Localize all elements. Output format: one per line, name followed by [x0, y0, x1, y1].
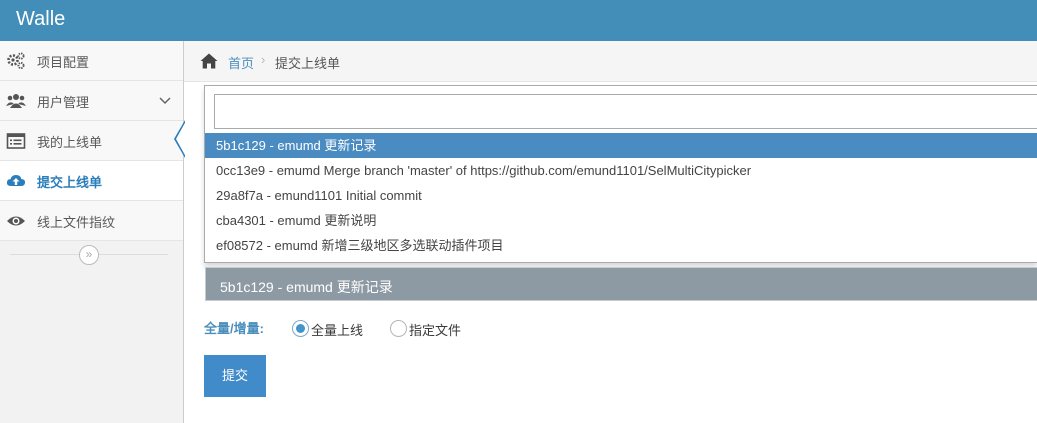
sidebar-item-label: 项目配置	[37, 55, 90, 70]
sidebar: 项目配置 用户管理 我的上线单 提交上线单 线上文件指纹 »	[0, 41, 184, 423]
commit-select-value: 5b1c129 - emumd 更新记录	[220, 279, 393, 295]
commit-dropdown: 5b1c129 - emumd 更新记录 0cc13e9 - emumd Mer…	[204, 85, 1037, 263]
cloud-upload-icon	[6, 171, 26, 191]
list-icon	[6, 131, 26, 151]
home-icon[interactable]	[200, 52, 218, 70]
radio-specified-files[interactable]	[390, 320, 407, 337]
sidebar-item-label: 线上文件指纹	[37, 215, 116, 230]
breadcrumb: 首页 › 提交上线单	[184, 41, 1037, 82]
commit-option[interactable]: 5b1c129 - emumd 更新记录	[205, 133, 1037, 158]
breadcrumb-home-link[interactable]: 首页	[228, 53, 254, 72]
users-icon	[6, 91, 26, 111]
sidebar-item-submit-deploy[interactable]: 提交上线单	[0, 161, 183, 201]
top-navbar: Walle	[0, 0, 1037, 41]
breadcrumb-separator: ›	[261, 52, 266, 67]
sidebar-item-label: 提交上线单	[37, 175, 103, 190]
sidebar-item-label: 用户管理	[37, 95, 90, 110]
collapse-toggle-button[interactable]: »	[79, 245, 99, 265]
sidebar-item-my-deploys[interactable]: 我的上线单	[0, 121, 183, 161]
sidebar-item-label: 我的上线单	[37, 135, 103, 150]
sidebar-item-project-config[interactable]: 项目配置	[0, 41, 183, 81]
submit-button[interactable]: 提交	[204, 355, 266, 397]
deploy-mode-label: 全量/增量:	[204, 321, 264, 336]
radio-full-deploy[interactable]	[292, 320, 309, 337]
commit-option[interactable]: 0cc13e9 - emumd Merge branch 'master' of…	[205, 158, 1037, 183]
chevron-down-icon	[158, 94, 172, 108]
commit-option[interactable]: 29a8f7a - emund1101 Initial commit	[205, 183, 1037, 208]
commit-option[interactable]: cba4301 - emumd 更新说明	[205, 208, 1037, 233]
commit-search-input[interactable]	[214, 94, 1037, 129]
breadcrumb-current: 提交上线单	[275, 56, 341, 71]
radio-specified-files-label[interactable]: 指定文件	[409, 320, 461, 339]
gears-icon	[6, 51, 26, 71]
sidebar-item-file-fingerprint[interactable]: 线上文件指纹	[0, 201, 183, 241]
sidebar-item-user-management[interactable]: 用户管理	[0, 81, 183, 121]
sidebar-collapse-bar: »	[0, 241, 183, 269]
commit-option[interactable]: ef08572 - emumd 新增三级地区多选联动插件项目	[205, 233, 1037, 258]
radio-full-deploy-label[interactable]: 全量上线	[311, 320, 363, 339]
eye-icon	[6, 211, 26, 231]
commit-select[interactable]: 5b1c129 - emumd 更新记录	[205, 267, 1037, 301]
active-indicator-inner	[176, 121, 186, 157]
brand-title[interactable]: Walle	[16, 8, 65, 31]
